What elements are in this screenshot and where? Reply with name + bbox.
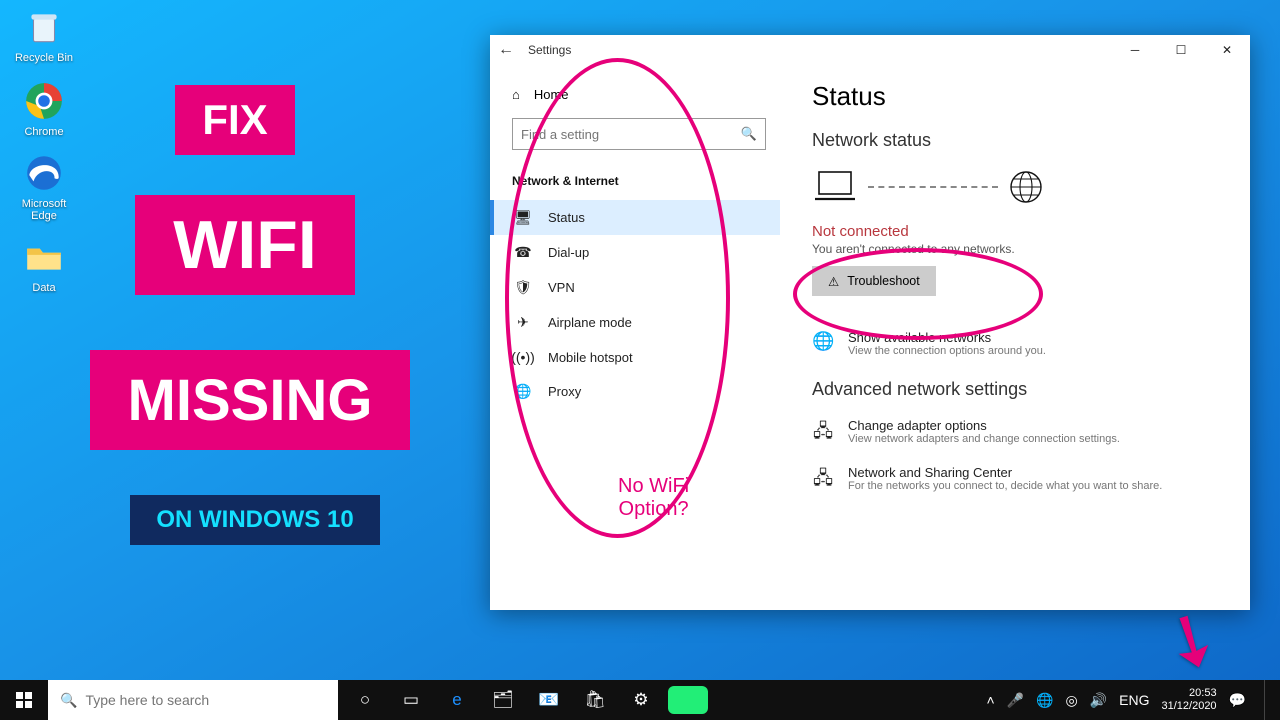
sharing-center[interactable]: 🖧 Network and Sharing Center For the net… <box>812 465 1222 496</box>
promo-missing: MISSING <box>90 350 410 450</box>
sidebar-item-label: VPN <box>548 280 575 295</box>
globe-icon <box>1008 169 1044 205</box>
desktop-icon-label: Recycle Bin <box>8 52 80 64</box>
search-icon: 🔍 <box>741 126 757 142</box>
airplane-icon: ✈ <box>514 314 532 331</box>
desktop-icon-data[interactable]: Data <box>8 236 80 294</box>
taskbar-app-mail[interactable]: 📧 <box>526 680 572 720</box>
sharing-icon: 🖧 <box>812 466 834 496</box>
recycle-bin-icon <box>23 6 65 48</box>
promo-windows10: ON WINDOWS 10 <box>130 495 380 545</box>
taskbar: 🔍 ○ ▭ e 🗂 📧 🛍 ⚙ ˄ 🎤 🌐 ◎ 🔊 ENG 20:53 31/1… <box>0 680 1280 720</box>
not-connected-desc: You aren't connected to any networks. <box>812 242 1222 256</box>
show-networks-title: Show available networks <box>848 330 1046 345</box>
page-title: Status <box>812 81 1222 112</box>
tray-time: 20:53 <box>1162 687 1217 700</box>
taskview-button[interactable]: ▭ <box>388 680 434 720</box>
adapter-options[interactable]: 🖧 Change adapter options View network ad… <box>812 418 1222 449</box>
desktop-icon-label: Microsoft Edge <box>8 198 80 222</box>
desktop-icon-label: Data <box>8 282 80 294</box>
taskbar-app-camtasia[interactable] <box>668 686 708 714</box>
sidebar-item-hotspot[interactable]: ((•)) Mobile hotspot <box>512 340 780 374</box>
minimize-button[interactable]: ─ <box>1112 35 1158 65</box>
tray-language[interactable]: ENG <box>1119 692 1149 708</box>
close-button[interactable]: ✕ <box>1204 35 1250 65</box>
sidebar-item-proxy[interactable]: 🌐 Proxy <box>512 374 780 409</box>
tray-location-icon[interactable]: ◎ <box>1066 692 1078 709</box>
show-networks-desc: View the connection options around you. <box>848 345 1046 357</box>
taskbar-search[interactable]: 🔍 <box>48 680 338 720</box>
taskbar-app-settings[interactable]: ⚙ <box>618 680 664 720</box>
sidebar-home-label: Home <box>534 87 569 102</box>
back-button[interactable]: ← <box>498 41 514 59</box>
sidebar-home[interactable]: ⌂ Home <box>512 81 780 108</box>
sidebar: ⌂ Home 🔍 Network & Internet 🖥 Status ☎ D… <box>490 65 780 610</box>
tray-volume-icon[interactable]: 🔊 <box>1090 692 1107 709</box>
folder-icon <box>23 236 65 278</box>
tray-clock[interactable]: 20:53 31/12/2020 <box>1162 687 1217 713</box>
home-icon: ⌂ <box>512 87 520 102</box>
troubleshoot-button[interactable]: ⚠ Troubleshoot <box>812 266 936 296</box>
titlebar[interactable]: ← Settings ─ ☐ ✕ <box>490 35 1250 65</box>
edge-icon <box>23 152 65 194</box>
globe-icon: 🌐 <box>514 383 532 400</box>
not-connected-text: Not connected <box>812 223 1222 240</box>
sidebar-item-label: Mobile hotspot <box>548 350 633 365</box>
desktop-icon-edge[interactable]: Microsoft Edge <box>8 152 80 222</box>
cortana-button[interactable]: ○ <box>342 680 388 720</box>
sharing-desc: For the networks you connect to, decide … <box>848 480 1162 492</box>
tray-notifications-icon[interactable]: 💬 <box>1229 692 1246 709</box>
chrome-icon <box>23 80 65 122</box>
show-desktop-button[interactable] <box>1264 680 1270 720</box>
tray-chevron-up-icon[interactable]: ˄ <box>986 692 994 708</box>
sidebar-item-label: Proxy <box>548 384 581 399</box>
adapter-title: Change adapter options <box>848 418 1120 433</box>
windows-icon <box>16 692 32 708</box>
settings-main: Status Network status Not connected You … <box>780 65 1250 610</box>
taskbar-app-edge[interactable]: e <box>434 680 480 720</box>
tray-network-icon[interactable]: 🌐 <box>1036 692 1053 709</box>
laptop-icon <box>812 169 858 205</box>
connection-line <box>868 186 998 188</box>
taskbar-search-input[interactable] <box>85 692 326 708</box>
taskbar-app-store[interactable]: 🛍 <box>572 680 618 720</box>
troubleshoot-label: Troubleshoot <box>847 274 920 288</box>
search-icon: 🔍 <box>60 692 77 709</box>
start-button[interactable] <box>0 680 48 720</box>
sharing-title: Network and Sharing Center <box>848 465 1162 480</box>
hotspot-icon: ((•)) <box>514 349 532 365</box>
subheading-network-status: Network status <box>812 130 1222 151</box>
sidebar-item-vpn[interactable]: 🛡 VPN <box>512 270 780 305</box>
taskbar-app-explorer[interactable]: 🗂 <box>480 680 526 720</box>
search-setting[interactable]: 🔍 <box>512 118 766 150</box>
sidebar-item-label: Dial-up <box>548 245 589 260</box>
promo-wifi: WIFI <box>135 195 355 295</box>
dialup-icon: ☎ <box>514 244 532 261</box>
sidebar-item-airplane[interactable]: ✈ Airplane mode <box>512 305 780 340</box>
globe-icon: 🌐 <box>812 331 834 357</box>
sidebar-item-status[interactable]: 🖥 Status <box>490 200 780 235</box>
sidebar-item-dialup[interactable]: ☎ Dial-up <box>512 235 780 270</box>
sidebar-item-label: Status <box>548 210 585 225</box>
show-networks[interactable]: 🌐 Show available networks View the conne… <box>812 330 1222 357</box>
vpn-icon: 🛡 <box>514 279 532 296</box>
maximize-button[interactable]: ☐ <box>1158 35 1204 65</box>
sidebar-item-label: Airplane mode <box>548 315 632 330</box>
adapter-desc: View network adapters and change connect… <box>848 433 1120 445</box>
tray-date: 31/12/2020 <box>1162 700 1217 713</box>
window-title: Settings <box>528 43 571 57</box>
desktop-icon-label: Chrome <box>8 126 80 138</box>
search-setting-input[interactable] <box>521 127 741 142</box>
warning-icon: ⚠ <box>828 274 839 289</box>
promo-fix: FIX <box>175 85 295 155</box>
network-diagram <box>812 169 1222 205</box>
status-icon: 🖥 <box>514 209 532 226</box>
sidebar-section-title: Network & Internet <box>512 174 780 188</box>
subheading-advanced: Advanced network settings <box>812 379 1222 400</box>
settings-window: ← Settings ─ ☐ ✕ ⌂ Home 🔍 Network & Inte… <box>490 35 1250 610</box>
tray-mic-icon[interactable]: 🎤 <box>1007 692 1024 709</box>
desktop-icon-chrome[interactable]: Chrome <box>8 80 80 138</box>
desktop-icon-recycle-bin[interactable]: Recycle Bin <box>8 6 80 64</box>
adapter-icon: 🖧 <box>812 419 834 449</box>
